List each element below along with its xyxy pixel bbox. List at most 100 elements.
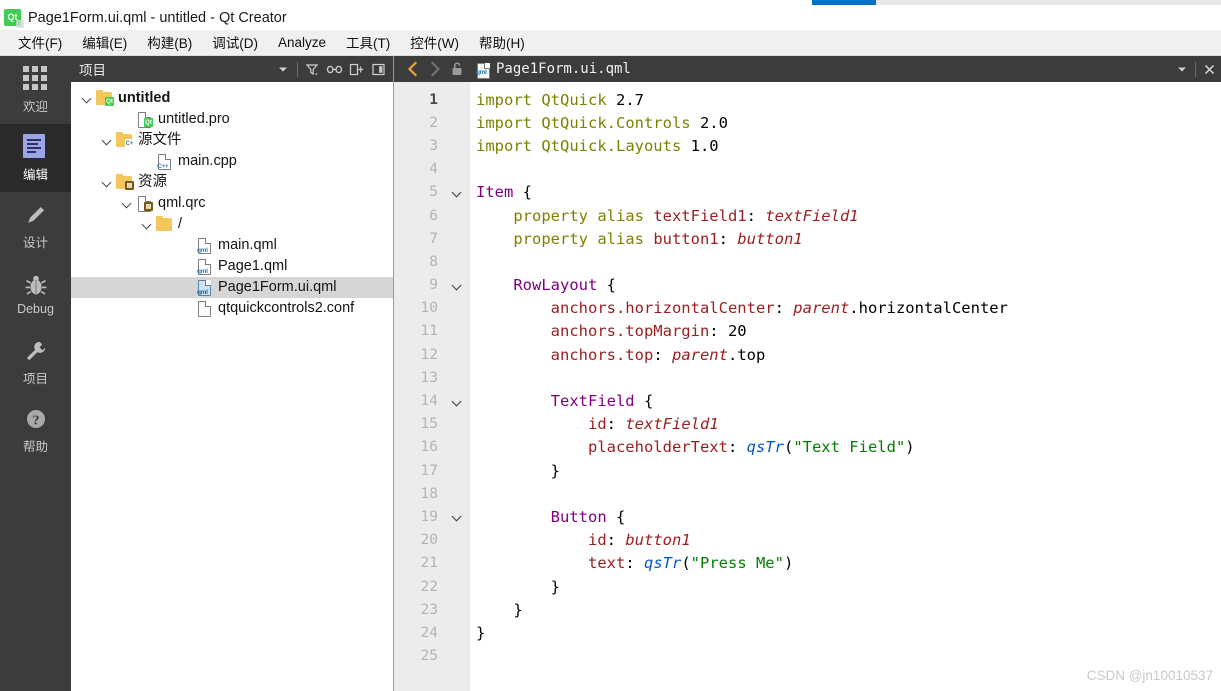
chevron-down-icon[interactable]	[99, 130, 115, 151]
chevron-down-icon[interactable]	[99, 172, 115, 193]
activity-item-label: 设计	[22, 235, 48, 250]
code-line[interactable]: 18	[394, 482, 1221, 505]
code-line[interactable]: 11 anchors.topMargin: 20	[394, 320, 1221, 343]
fold-chevron-down-icon[interactable]	[442, 281, 470, 290]
line-number: 16	[420, 439, 438, 456]
activity-item-编辑[interactable]: 编辑	[0, 124, 71, 192]
fold-chevron-down-icon[interactable]	[442, 512, 470, 521]
chevron-down-icon[interactable]	[139, 214, 155, 235]
tree-item-main.cpp[interactable]: C++ main.cpp	[71, 151, 393, 172]
menu-help[interactable]: 帮助(H)	[469, 29, 535, 56]
tree-item-Page1.qml[interactable]: qml Page1.qml	[71, 256, 393, 277]
code-line[interactable]: 8	[394, 250, 1221, 273]
menu-analyze[interactable]: Analyze	[268, 32, 336, 54]
link-icon[interactable]	[323, 59, 345, 79]
conf-file-icon	[195, 299, 214, 318]
line-number: 18	[420, 485, 438, 502]
line-number: 12	[420, 346, 438, 363]
code-line[interactable]: 10 anchors.horizontalCenter: parent.hori…	[394, 297, 1221, 320]
line-number: 11	[420, 323, 438, 340]
code-line[interactable]: 22 }	[394, 575, 1221, 598]
code-line[interactable]: 3 import QtQuick.Layouts 1.0	[394, 134, 1221, 157]
menu-edit[interactable]: 编辑(E)	[72, 29, 137, 56]
code-line[interactable]: 13	[394, 366, 1221, 389]
fold-chevron-down-icon[interactable]	[442, 188, 470, 197]
code-line[interactable]: 14 TextField {	[394, 389, 1221, 412]
line-number: 6	[429, 207, 438, 224]
tree-item-Page1Form.ui.qml[interactable]: qml Page1Form.ui.qml	[71, 277, 393, 298]
tree-item-label: untitled	[118, 90, 171, 106]
code-editor[interactable]: 1 import QtQuick 2.7 2 import QtQuick.Contr…	[394, 82, 1221, 691]
chevron-down-icon[interactable]	[79, 88, 95, 109]
qml-file-icon-active: qml	[195, 278, 214, 297]
code-line[interactable]: 4	[394, 158, 1221, 181]
split-icon[interactable]	[345, 59, 367, 79]
code-line[interactable]: 24}	[394, 621, 1221, 644]
code-line[interactable]: 16 placeholderText: qsTr("Text Field")	[394, 436, 1221, 459]
code-text: id: textField1	[587, 415, 719, 434]
line-number: 4	[429, 161, 438, 178]
activity-item-Debug[interactable]: Debug	[0, 260, 71, 328]
code-line[interactable]: 19 Button {	[394, 505, 1221, 528]
mode-dropdown-icon[interactable]	[272, 59, 294, 79]
activity-item-欢迎[interactable]: 欢迎	[0, 56, 71, 124]
collapse-sidebar-icon[interactable]	[367, 59, 389, 79]
code-line[interactable]: 17 }	[394, 459, 1221, 482]
svg-text:?: ?	[32, 413, 39, 428]
code-line[interactable]: 23 }	[394, 598, 1221, 621]
tree-item-qtquickcontrols2.conf[interactable]: qtquickcontrols2.conf	[71, 298, 393, 319]
code-line[interactable]: 20 id: button1	[394, 529, 1221, 552]
folder-icon	[155, 215, 174, 234]
menu-tools[interactable]: 工具(T)	[336, 29, 400, 56]
menu-file[interactable]: 文件(F)	[8, 29, 72, 56]
filter-icon[interactable]	[301, 59, 323, 79]
unlocked-padlock-icon[interactable]	[446, 58, 468, 80]
fold-chevron-down-icon[interactable]	[442, 397, 470, 406]
editor-file-dropdown-icon[interactable]	[1172, 58, 1192, 80]
activity-item-帮助[interactable]: ? 帮助	[0, 396, 71, 464]
code-line[interactable]: 12 anchors.top: parent.top	[394, 343, 1221, 366]
activity-bar: 欢迎编辑设计 Debug 项目? 帮助	[0, 56, 71, 691]
tree-item-untitled[interactable]: Qt untitled	[71, 88, 393, 109]
navigate-forward-button[interactable]	[424, 58, 446, 80]
editor-area: qml Page1Form.ui.qml 1 import QtQuick 2.7…	[394, 56, 1221, 691]
code-line[interactable]: 5 Item {	[394, 181, 1221, 204]
code-text: }	[476, 623, 486, 642]
code-line[interactable]: 9 RowLayout {	[394, 274, 1221, 297]
qt-pro-file-icon: Qt	[135, 110, 154, 129]
tree-item-untitled.pro[interactable]: Qt untitled.pro	[71, 109, 393, 130]
editor-filename[interactable]: Page1Form.ui.qml	[496, 61, 1172, 77]
tree-item-label: 源文件	[138, 132, 182, 148]
code-text: }	[476, 577, 560, 596]
tree-item-资源[interactable]: ▤ 资源	[71, 172, 393, 193]
code-line[interactable]: 6 property alias textField1: textField1	[394, 204, 1221, 227]
code-line[interactable]: 7 property alias button1: button1	[394, 227, 1221, 250]
editor-toolbar: qml Page1Form.ui.qml	[394, 56, 1221, 82]
code-line[interactable]: 21 text: qsTr("Press Me")	[394, 552, 1221, 575]
editor-file-icon: qml	[474, 61, 490, 79]
code-line[interactable]: 1 import QtQuick 2.7	[394, 88, 1221, 111]
tree-item-label: 资源	[138, 174, 167, 190]
code-line[interactable]: 2 import QtQuick.Controls 2.0	[394, 111, 1221, 134]
line-number: 14	[420, 393, 438, 410]
tree-item-main.qml[interactable]: qml main.qml	[71, 235, 393, 256]
project-panel-header: 项目	[71, 56, 393, 82]
activity-item-设计[interactable]: 设计	[0, 192, 71, 260]
activity-item-label: 编辑	[22, 167, 48, 182]
title-bar: Qt Page1Form.ui.qml - untitled - Qt Crea…	[0, 5, 1221, 30]
navigate-back-button[interactable]	[402, 58, 424, 80]
tree-item-源文件[interactable]: C+ 源文件	[71, 130, 393, 151]
tree-item-/[interactable]: /	[71, 214, 393, 235]
close-editor-icon[interactable]	[1199, 58, 1219, 80]
code-text: property alias button1: button1	[513, 229, 803, 248]
code-line[interactable]: 15 id: textField1	[394, 413, 1221, 436]
activity-item-项目[interactable]: 项目	[0, 328, 71, 396]
menu-build[interactable]: 构建(B)	[137, 29, 202, 56]
chevron-down-icon[interactable]	[119, 193, 135, 214]
menu-widgets[interactable]: 控件(W)	[400, 29, 469, 56]
tree-item-qml.qrc[interactable]: ▤ qml.qrc	[71, 193, 393, 214]
code-line[interactable]: 25	[394, 645, 1221, 668]
tree-item-label: qtquickcontrols2.conf	[218, 300, 355, 316]
menu-debug[interactable]: 调试(D)	[202, 29, 268, 56]
